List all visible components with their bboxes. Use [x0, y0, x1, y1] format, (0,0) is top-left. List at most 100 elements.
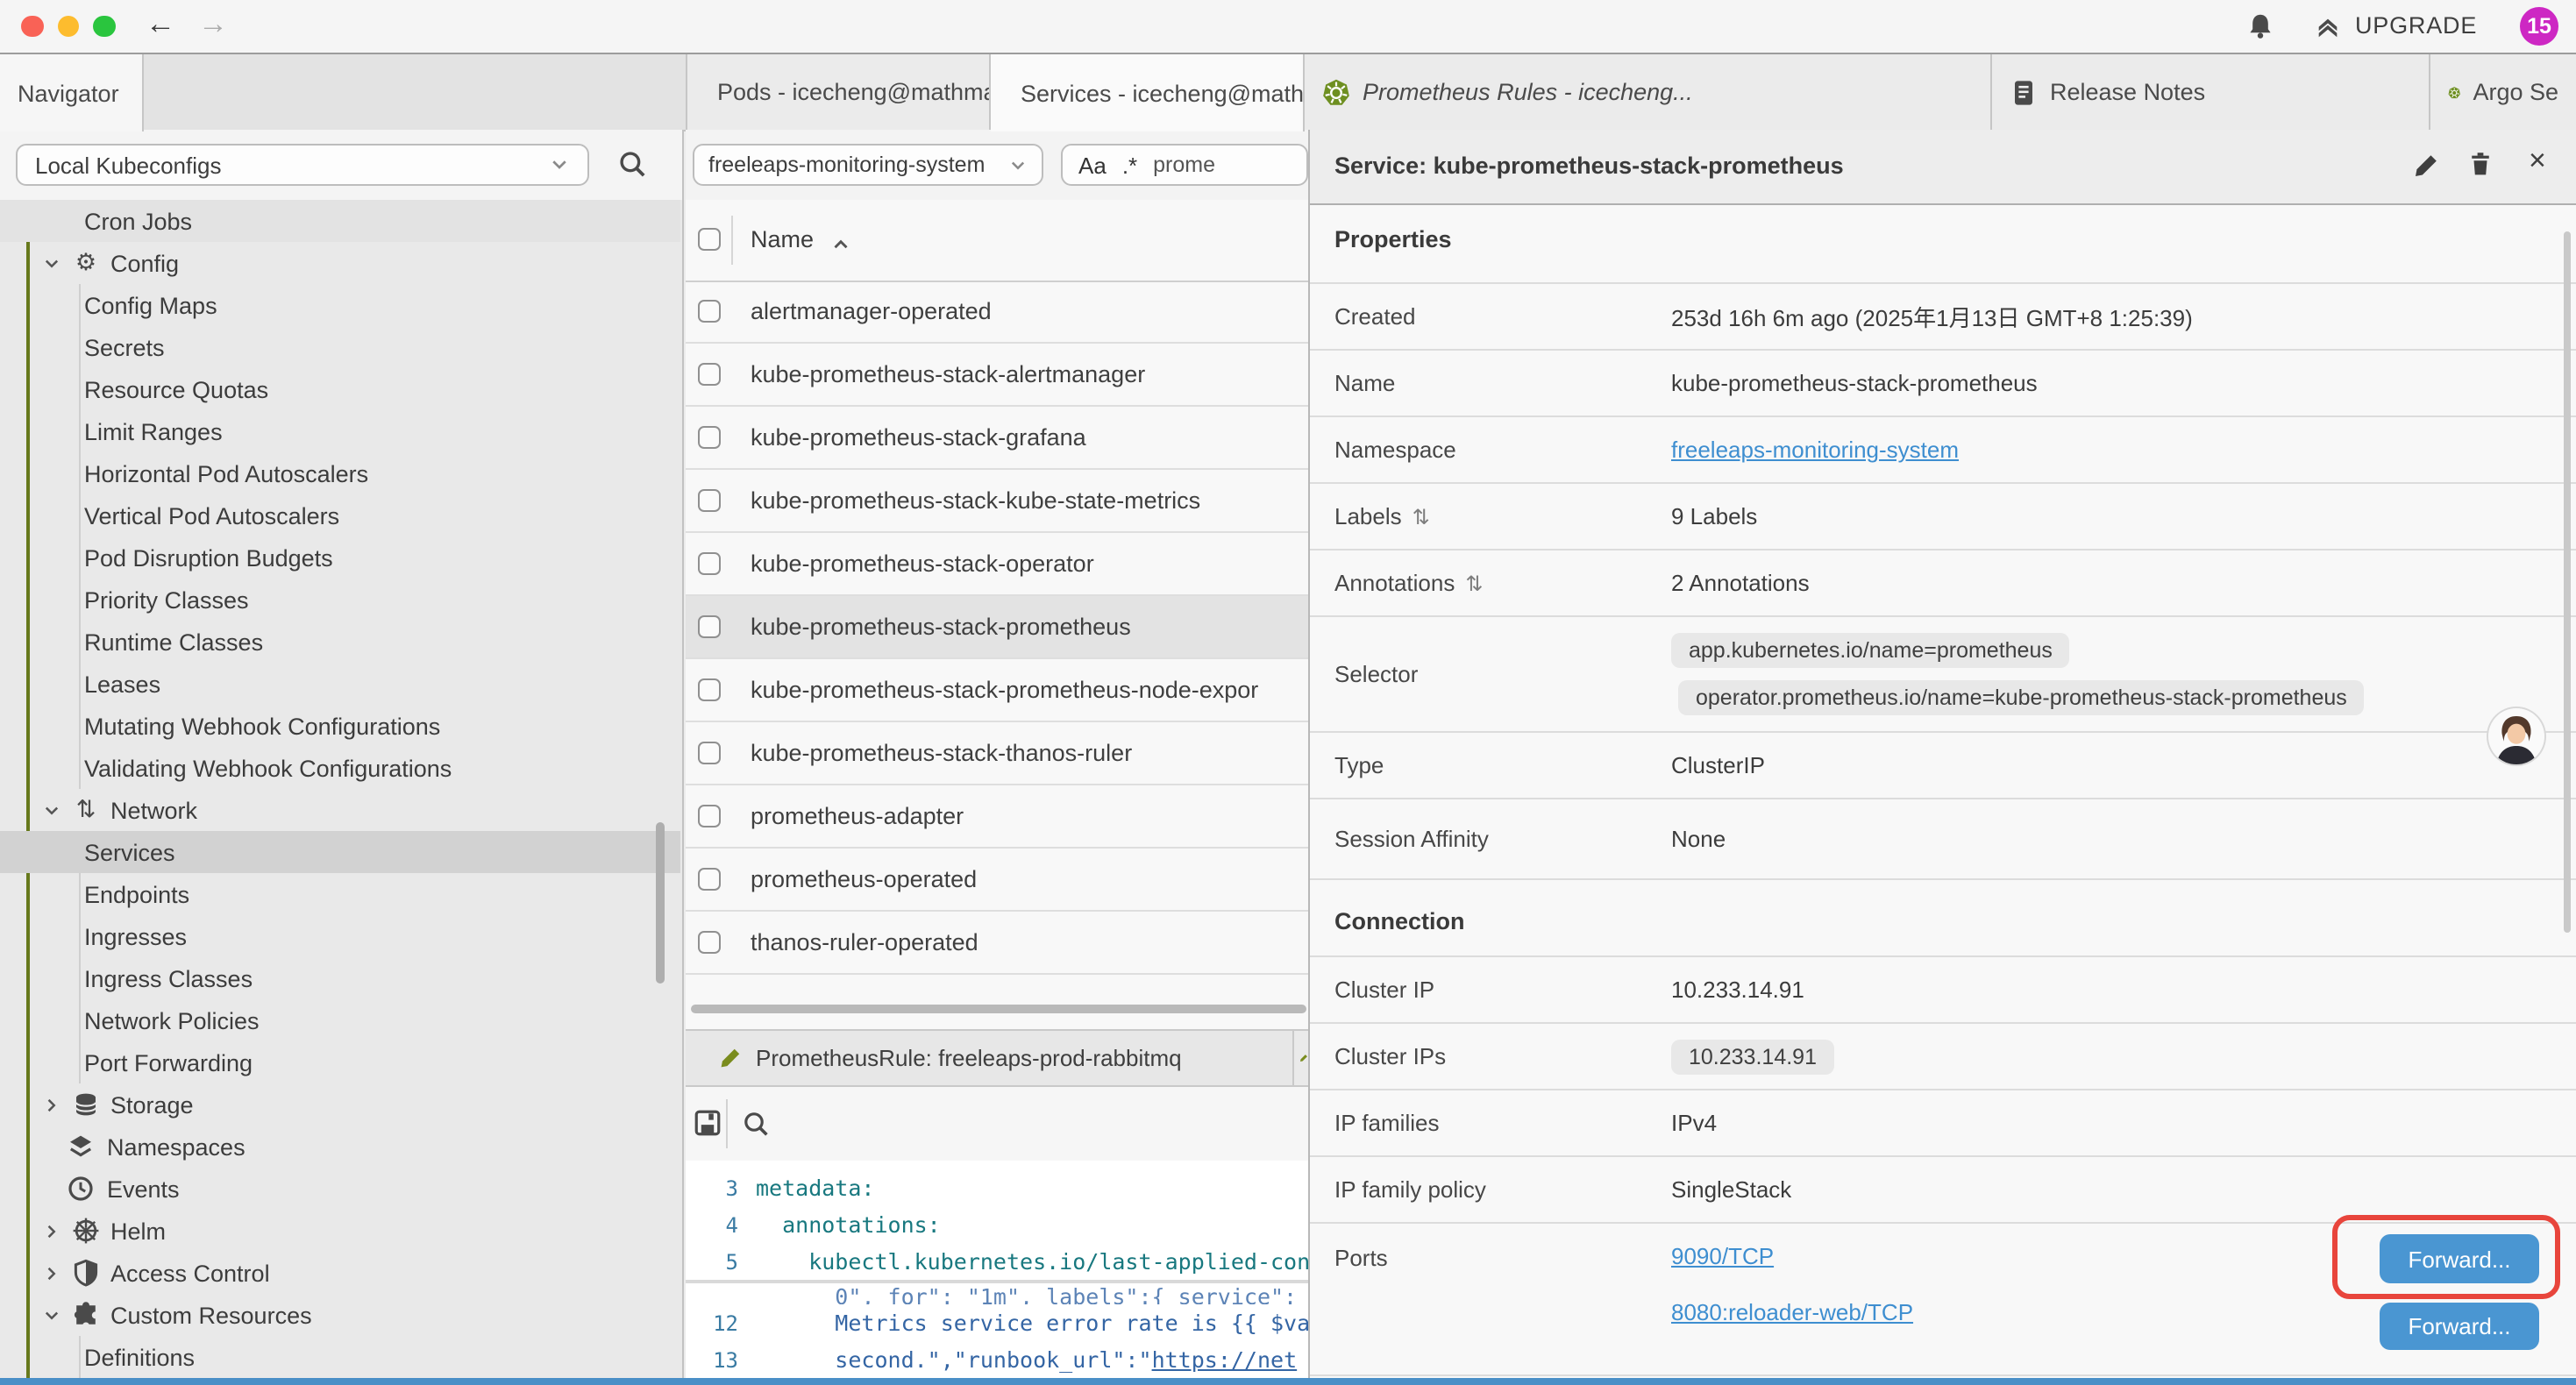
sidebar-item-definitions[interactable]: Definitions [0, 1336, 680, 1378]
table-row[interactable]: prometheus-operated [686, 849, 1308, 912]
sidebar-item-events[interactable]: Events [0, 1168, 680, 1210]
forward-button-8080[interactable]: Forward... [2380, 1303, 2539, 1350]
tab-prometheus-rules[interactable]: Prometheus Rules - icecheng... [1305, 54, 1992, 130]
namespace-link[interactable]: freeleaps-monitoring-system [1671, 437, 1959, 463]
search-icon[interactable] [742, 1110, 770, 1138]
sidebar-item-leases[interactable]: Leases [0, 663, 680, 705]
window-zoom-button[interactable] [93, 15, 115, 37]
sidebar-item-ingresses[interactable]: Ingresses [0, 915, 680, 957]
chevron-down-icon[interactable] [42, 1305, 61, 1325]
sidebar-item-validating-webhook-configurations[interactable]: Validating Webhook Configurations [0, 747, 680, 789]
kubeconfig-selector[interactable]: Local Kubeconfigs [16, 144, 589, 186]
sidebar-item-priority-classes[interactable]: Priority Classes [0, 579, 680, 621]
table-row[interactable]: kube-prometheus-stack-kube-state-metrics [686, 470, 1308, 533]
edit-pencil-icon[interactable] [2413, 153, 2439, 179]
sidebar-group-config[interactable]: ⚙Config [0, 242, 680, 284]
row-checkbox[interactable] [698, 552, 721, 575]
forward-icon[interactable]: → [198, 7, 228, 42]
row-checkbox[interactable] [698, 489, 721, 512]
horizontal-scrollbar[interactable] [691, 1005, 1306, 1013]
sidebar-item-horizontal-pod-autoscalers[interactable]: Horizontal Pod Autoscalers [0, 452, 680, 494]
tab-release-notes[interactable]: Release Notes [1992, 54, 2430, 130]
sidebar-item-mutating-webhook-configurations[interactable]: Mutating Webhook Configurations [0, 705, 680, 747]
row-checkbox[interactable] [698, 300, 721, 323]
tab-pods[interactable]: Pods - icecheng@mathmas... [686, 54, 991, 130]
table-row[interactable]: kube-prometheus-stack-alertmanager [686, 344, 1308, 407]
avatar[interactable] [2488, 708, 2544, 764]
editor-tab-prometheusrule[interactable]: PrometheusRule: freeleaps-prod-rabbitmq [686, 1031, 1294, 1085]
sidebar-item-cron-jobs[interactable]: Cron Jobs [0, 200, 680, 242]
port-link-9090[interactable]: 9090/TCP [1671, 1243, 1774, 1269]
save-icon[interactable] [693, 1108, 722, 1138]
sidebar-item-namespaces[interactable]: Namespaces [0, 1126, 680, 1168]
chevron-right-icon[interactable] [42, 1095, 61, 1114]
sidebar-item-ingress-classes[interactable]: Ingress Classes [0, 957, 680, 999]
row-checkbox[interactable] [698, 678, 721, 701]
tab-services[interactable]: Services - icecheng@math... × [991, 54, 1305, 131]
row-checkbox[interactable] [698, 868, 721, 891]
sidebar-item-runtime-classes[interactable]: Runtime Classes [0, 621, 680, 663]
chevron-right-icon[interactable] [42, 1221, 61, 1240]
row-checkbox[interactable] [698, 931, 721, 954]
sidebar-item-services[interactable]: Services [0, 831, 680, 873]
row-checkbox[interactable] [698, 742, 721, 764]
select-all-checkbox[interactable] [698, 228, 721, 251]
notification-badge[interactable]: 15 [2520, 7, 2558, 46]
annotations-count[interactable]: 2 Annotations [1671, 570, 2576, 596]
table-row[interactable]: kube-prometheus-stack-thanos-ruler [686, 722, 1308, 785]
table-row[interactable]: kube-prometheus-stack-prometheus-node-ex… [686, 659, 1308, 722]
sidebar-item-endpoints[interactable]: Endpoints [0, 873, 680, 915]
forward-button-9090[interactable]: Forward... [2380, 1234, 2539, 1283]
window-minimize-button[interactable] [57, 15, 79, 37]
search-icon[interactable] [617, 149, 647, 179]
sidebar-group-helm[interactable]: Helm [0, 1210, 680, 1252]
row-checkbox[interactable] [698, 805, 721, 827]
editor-tab-partial[interactable] [1296, 1031, 1308, 1085]
upgrade-button[interactable]: UPGRADE [2355, 12, 2477, 39]
sidebar-group-storage[interactable]: Storage [0, 1083, 680, 1126]
match-case-toggle[interactable]: Aa [1078, 152, 1107, 178]
name-column-header[interactable]: Name [751, 226, 814, 252]
detail-scrollbar[interactable] [2564, 231, 2571, 933]
sidebar-item-pod-disruption-budgets[interactable]: Pod Disruption Budgets [0, 536, 680, 579]
close-icon[interactable]: × [2529, 144, 2546, 179]
table-row[interactable]: kube-prometheus-stack-operator [686, 533, 1308, 596]
row-checkbox[interactable] [698, 615, 721, 638]
chevron-right-icon[interactable] [42, 1263, 61, 1282]
window-close-button[interactable] [21, 15, 43, 37]
yaml-editor[interactable]: 3metadata: 4 annotations: 5 kubectl.kube… [686, 1161, 1308, 1378]
upgrade-icon[interactable] [2315, 14, 2341, 40]
row-checkbox[interactable] [698, 426, 721, 449]
trash-icon[interactable] [2467, 151, 2494, 177]
regex-toggle[interactable]: .* [1122, 152, 1137, 178]
table-row[interactable]: alertmanager-operated [686, 281, 1308, 344]
table-row[interactable]: prometheus-adapter [686, 785, 1308, 849]
sidebar-group-network[interactable]: ⇅Network [0, 789, 680, 831]
sidebar-item-limit-ranges[interactable]: Limit Ranges [0, 410, 680, 452]
table-row[interactable]: kube-prometheus-stack-grafana [686, 407, 1308, 470]
sidebar-item-secrets[interactable]: Secrets [0, 326, 680, 368]
back-icon[interactable]: ← [146, 7, 175, 42]
port-link-8080[interactable]: 8080:reloader-web/TCP [1671, 1299, 1913, 1325]
tab-navigator[interactable]: Navigator [0, 54, 144, 131]
sort-ascending-icon[interactable] [829, 233, 852, 256]
sidebar-item-network-policies[interactable]: Network Policies [0, 999, 680, 1041]
chevron-down-icon[interactable] [42, 800, 61, 820]
labels-count[interactable]: 9 Labels [1671, 503, 2576, 529]
sidebar-group-custom-resources[interactable]: Custom Resources [0, 1294, 680, 1336]
chevron-down-icon[interactable] [42, 253, 61, 273]
bell-icon[interactable] [2246, 12, 2274, 40]
namespace-selector[interactable]: freeleaps-monitoring-system [693, 144, 1043, 186]
sidebar-item-resource-quotas[interactable]: Resource Quotas [0, 368, 680, 410]
filter-search-input[interactable]: Aa .* prome [1061, 144, 1308, 186]
table-row-selected[interactable]: kube-prometheus-stack-prometheus [686, 596, 1308, 659]
row-checkbox[interactable] [698, 363, 721, 386]
sort-icon[interactable]: ⇅ [1465, 571, 1483, 595]
sidebar-scrollbar[interactable] [656, 822, 665, 984]
tab-argo[interactable]: Argo Se [2430, 54, 2576, 130]
sort-icon[interactable]: ⇅ [1413, 504, 1430, 529]
sidebar-item-port-forwarding[interactable]: Port Forwarding [0, 1041, 680, 1083]
sidebar-group-access-control[interactable]: Access Control [0, 1252, 680, 1294]
sidebar-item-config-maps[interactable]: Config Maps [0, 284, 680, 326]
table-row[interactable]: thanos-ruler-operated [686, 912, 1308, 975]
